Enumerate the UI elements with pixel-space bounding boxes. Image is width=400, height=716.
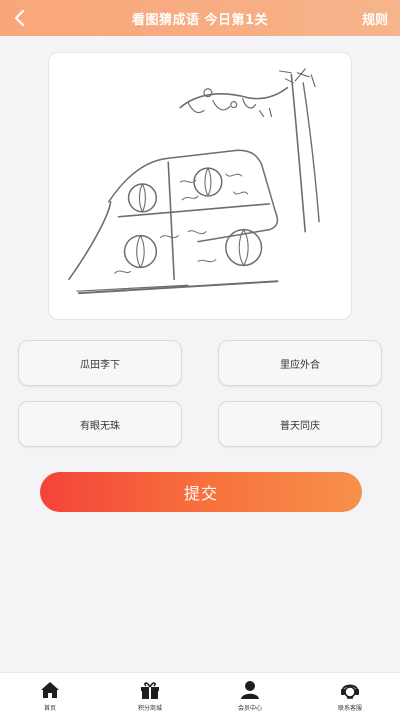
puzzle-illustration: [68, 68, 320, 295]
tab-label: 会员中心: [237, 704, 262, 712]
tab-points-mall[interactable]: 积分商城: [100, 673, 200, 716]
tab-member-center[interactable]: 会员中心: [200, 673, 300, 716]
option-button[interactable]: 里应外合: [218, 340, 382, 386]
customer-service-icon: [337, 678, 363, 702]
option-button[interactable]: 有眼无珠: [18, 401, 182, 447]
submit-button[interactable]: 提交: [40, 472, 362, 512]
rules-link[interactable]: 规则: [362, 9, 388, 28]
home-icon: [37, 678, 63, 702]
tab-label: 联系客服: [337, 704, 362, 712]
back-button[interactable]: [6, 4, 34, 32]
puzzle-image: [48, 52, 352, 320]
top-bar: 看图猜成语 今日第1关 规则: [0, 0, 400, 36]
tab-label: 积分商城: [137, 704, 162, 712]
chevron-left-icon: [14, 9, 25, 27]
tab-label: 首页: [43, 704, 56, 712]
tab-home[interactable]: 首页: [0, 673, 100, 716]
page-title: 看图猜成语 今日第1关: [131, 12, 269, 28]
option-button[interactable]: 瓜田李下: [18, 340, 182, 386]
tab-customer-service[interactable]: 联系客服: [300, 673, 400, 716]
option-button[interactable]: 普天同庆: [218, 401, 382, 447]
user-icon: [237, 678, 263, 702]
gift-icon: [137, 678, 163, 702]
bottom-tab-bar: 首页 积分商城 会员中心 联系客服: [0, 672, 400, 716]
